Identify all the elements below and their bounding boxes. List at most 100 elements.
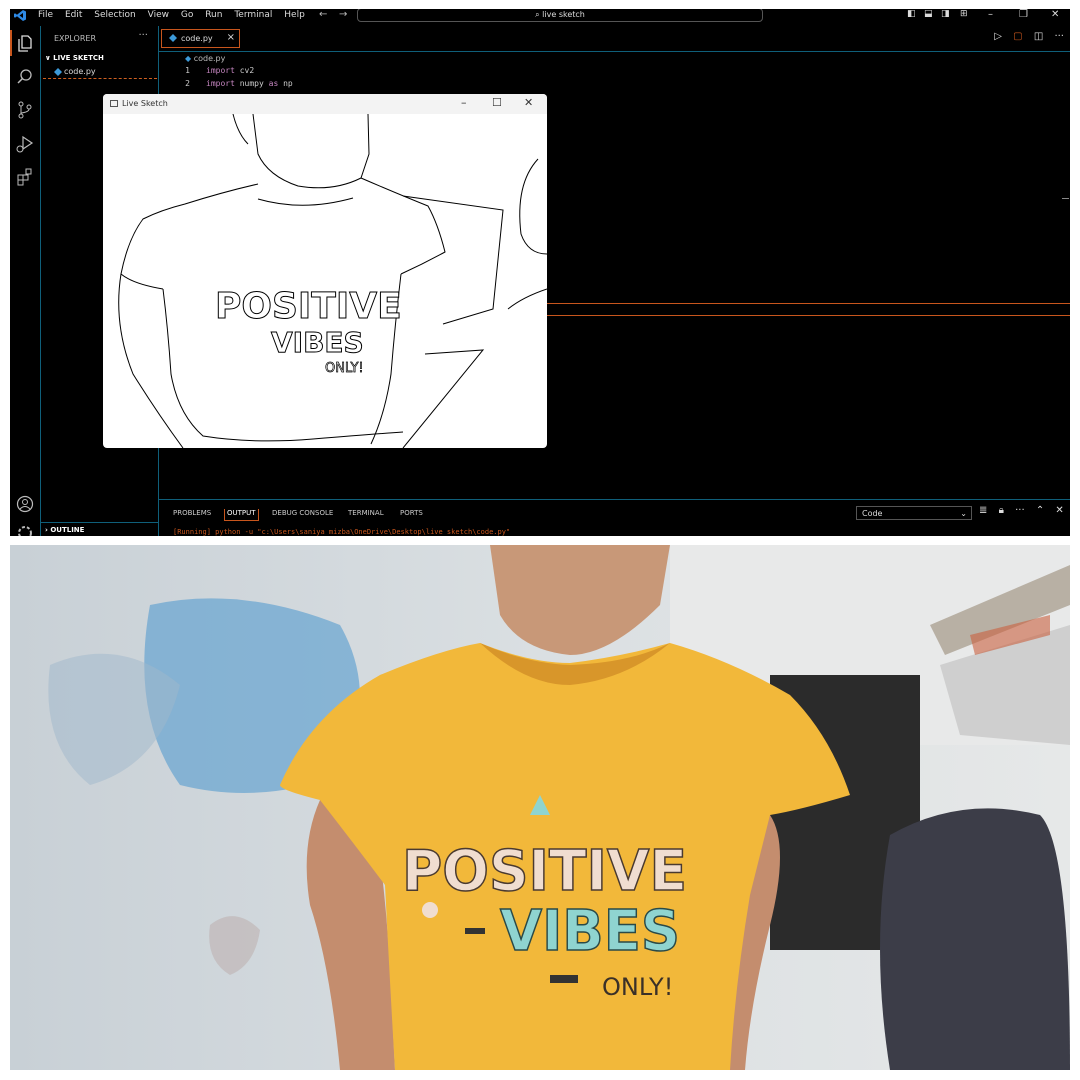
maximize-icon[interactable]: ☐ xyxy=(492,96,502,109)
window-icon xyxy=(110,100,118,107)
explorer-icon[interactable] xyxy=(15,33,35,53)
current-line-highlight-top xyxy=(547,303,1070,304)
explorer-title: EXPLORER xyxy=(54,34,96,43)
customize-layout-icon[interactable]: ⊞ xyxy=(960,9,968,19)
tab-problems[interactable]: PROBLEMS xyxy=(173,509,211,517)
keyword: import xyxy=(206,79,235,88)
output-run-line: [Running] python -u "c:\Users\saniya miz… xyxy=(173,528,511,536)
editor-actions: ▷ ▢ ◫ ··· xyxy=(986,31,1064,42)
line-number: 1 xyxy=(185,66,190,75)
close-window-icon[interactable]: ✕ xyxy=(1051,9,1059,20)
sketch-shirt-text-3: ONLY! xyxy=(325,361,364,376)
close-icon[interactable]: ✕ xyxy=(524,96,533,109)
outline-label: OUTLINE xyxy=(50,526,85,534)
sketch-title: Live Sketch xyxy=(122,99,168,108)
more-panel-actions-icon[interactable]: ··· xyxy=(1015,505,1025,516)
toggle-secondary-sidebar-icon[interactable]: ◨ xyxy=(941,9,950,19)
restore-icon[interactable]: ❐ xyxy=(1019,9,1028,20)
command-search-box[interactable]: ⌕ live sketch xyxy=(357,9,763,22)
outline-section[interactable]: › OUTLINE xyxy=(41,522,158,534)
maximize-panel-icon[interactable]: ⌃ xyxy=(1036,505,1044,516)
keyword: import xyxy=(206,66,235,75)
code-text: np xyxy=(278,79,293,88)
vscode-logo-icon xyxy=(14,10,26,21)
sketch-shirt-text-2: VIBES xyxy=(271,326,364,359)
menu-help[interactable]: Help xyxy=(284,10,305,20)
title-bar: File Edit Selection View Go Run Terminal… xyxy=(10,9,1070,22)
tab-debug-console[interactable]: DEBUG CONSOLE xyxy=(272,509,333,517)
breadcrumb-file: code.py xyxy=(193,54,226,63)
menu-terminal[interactable]: Terminal xyxy=(234,10,272,20)
toggle-sidebar-icon[interactable]: ◧ xyxy=(907,9,916,19)
folder-label: LIVE SKETCH xyxy=(53,54,104,62)
clear-output-icon[interactable]: ≣ xyxy=(979,505,987,516)
close-panel-icon[interactable]: ✕ xyxy=(1055,505,1063,516)
tab-code-py[interactable]: code.py × xyxy=(161,29,240,48)
menu-run[interactable]: Run xyxy=(205,10,222,20)
sketch-edge-image: POSITIVE VIBES ONLY! xyxy=(118,114,547,448)
menu-edit[interactable]: Edit xyxy=(65,10,82,20)
manage-gear-icon[interactable] xyxy=(15,523,35,536)
toggle-panel-icon[interactable]: ⬓ xyxy=(924,9,933,19)
file-code-py[interactable]: code.py xyxy=(43,66,157,79)
split-editor-icon[interactable]: ◫ xyxy=(1034,31,1043,42)
code-text: numpy xyxy=(234,79,269,88)
menu-view[interactable]: View xyxy=(148,10,169,20)
minimize-icon[interactable]: – xyxy=(988,9,993,20)
live-sketch-window[interactable]: Live Sketch – ☐ ✕ POSITIVE VIBES ONLY! xyxy=(103,94,547,448)
python-file-icon: ◆ xyxy=(185,54,192,63)
sketch-shirt-text-1: POSITIVE xyxy=(215,286,402,327)
tab-output[interactable]: OUTPUT xyxy=(224,509,259,521)
run-debug-icon[interactable] xyxy=(15,134,35,154)
current-line-highlight-bottom xyxy=(547,315,1070,316)
tab-label: code.py xyxy=(181,34,213,43)
activity-bar xyxy=(10,26,41,536)
search-icon: ⌕ xyxy=(535,10,540,19)
panel-actions: ≣ 🔒︎ ··· ⌃ ✕ xyxy=(979,505,1070,516)
more-editor-actions-icon[interactable]: ··· xyxy=(1054,31,1064,42)
menu-go[interactable]: Go xyxy=(181,10,193,20)
code-text: cv2 xyxy=(234,66,255,75)
chevron-down-icon: ⌄ xyxy=(960,509,967,518)
output-channel-value: Code xyxy=(862,509,883,518)
code-line: 1 import cv2 xyxy=(170,66,293,79)
code-editor[interactable]: 1 import cv2 2 import numpy as np xyxy=(170,66,293,92)
python-file-icon xyxy=(169,34,177,42)
menu-selection[interactable]: Selection xyxy=(94,10,135,20)
code-line: 2 import numpy as np xyxy=(170,79,293,92)
accounts-icon[interactable] xyxy=(15,494,35,514)
editor-tabs: code.py × ▷ ▢ ◫ ··· xyxy=(159,26,1070,52)
bottom-panel: PROBLEMS OUTPUT DEBUG CONSOLE TERMINAL P… xyxy=(159,499,1070,536)
python-file-icon xyxy=(54,68,62,76)
forward-arrow-icon[interactable]: → xyxy=(339,9,347,20)
webcam-frame: POSITIVE VIBES ONLY! xyxy=(10,545,1070,1070)
camera-shirt-text-3: ONLY! xyxy=(602,973,673,1001)
file-label: code.py xyxy=(64,67,96,76)
stop-icon[interactable]: ▢ xyxy=(1013,31,1022,42)
search-text: live sketch xyxy=(542,10,585,19)
breadcrumb[interactable]: ◆ code.py xyxy=(185,54,225,63)
line-number: 2 xyxy=(185,79,190,88)
tab-ports[interactable]: PORTS xyxy=(400,509,423,517)
camera-shirt-text-1: POSITIVE xyxy=(402,839,687,904)
run-file-icon[interactable]: ▷ xyxy=(994,31,1002,42)
lock-scroll-icon[interactable]: 🔒︎ xyxy=(999,505,1004,516)
menu-file[interactable]: File xyxy=(38,10,53,20)
more-actions-icon[interactable]: ··· xyxy=(138,30,148,41)
chevron-down-icon: ∨ xyxy=(45,54,51,62)
scrollbar-marker xyxy=(1062,198,1069,199)
camera-shirt-text-2: VIBES xyxy=(500,899,680,964)
webcam-photo: POSITIVE VIBES ONLY! xyxy=(10,545,1070,1070)
source-control-icon[interactable] xyxy=(15,100,35,120)
extensions-icon[interactable] xyxy=(15,167,35,187)
output-channel-select[interactable]: Code ⌄ xyxy=(856,506,972,520)
sketch-titlebar[interactable]: Live Sketch – ☐ ✕ xyxy=(103,94,547,114)
close-tab-icon[interactable]: × xyxy=(227,32,235,43)
active-indicator xyxy=(10,30,12,56)
keyword: as xyxy=(268,79,279,88)
search-sidebar-icon[interactable] xyxy=(15,67,35,87)
back-arrow-icon[interactable]: ← xyxy=(319,9,327,20)
tab-terminal[interactable]: TERMINAL xyxy=(348,509,384,517)
minimize-icon[interactable]: – xyxy=(461,96,467,109)
folder-live-sketch[interactable]: ∨ LIVE SKETCH xyxy=(45,54,104,62)
